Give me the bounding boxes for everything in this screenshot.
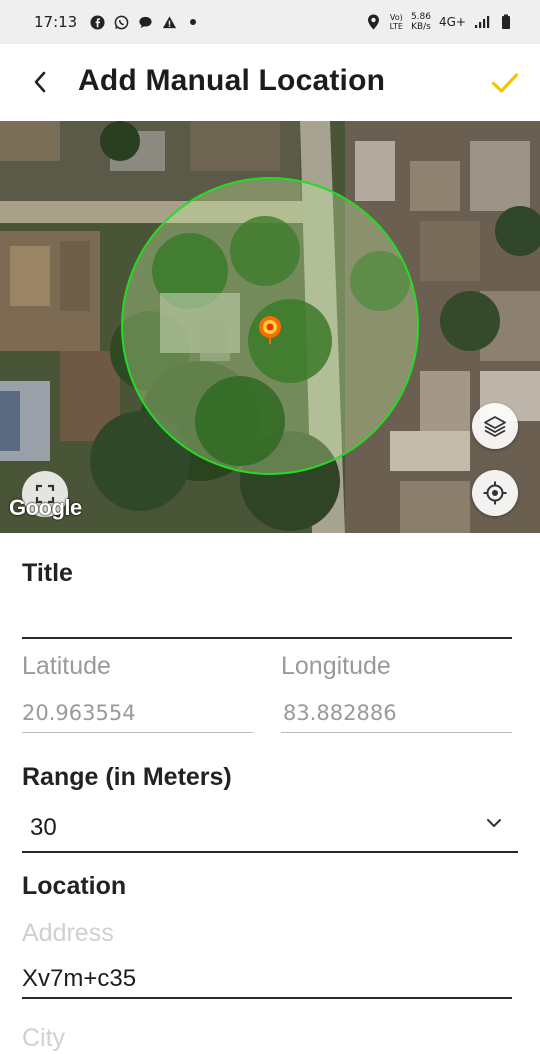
address-underline xyxy=(22,997,512,999)
confirm-button[interactable] xyxy=(488,66,522,100)
latitude-field[interactable]: 20.963554 xyxy=(22,701,136,725)
range-select-underline xyxy=(22,851,518,853)
network-speed-unit: KB/s xyxy=(411,22,431,32)
google-attribution: Google xyxy=(9,495,82,520)
my-location-icon xyxy=(483,481,507,505)
location-marker-icon[interactable] xyxy=(256,313,284,345)
longitude-underline xyxy=(281,732,512,733)
location-pin-icon xyxy=(366,14,382,30)
longitude-field[interactable]: 83.882886 xyxy=(283,701,397,725)
latitude-underline xyxy=(22,732,253,733)
battery-icon xyxy=(498,14,514,30)
check-icon xyxy=(491,73,519,93)
status-bar: 17:13 Vo) LTE 5.86 KB/s 4G+ xyxy=(0,0,540,44)
network-speed: 5.86 KB/s xyxy=(411,12,431,32)
range-label: Range (in Meters) xyxy=(22,763,232,791)
page-title: Add Manual Location xyxy=(78,64,386,97)
app-bar: Add Manual Location xyxy=(0,44,540,121)
volte-top-text: Vo) xyxy=(389,13,403,22)
location-label: Location xyxy=(22,872,127,900)
map-layers-button[interactable] xyxy=(472,403,518,449)
whatsapp-icon xyxy=(113,14,129,30)
back-button[interactable] xyxy=(26,68,54,96)
chat-bubble-icon xyxy=(137,14,153,30)
title-input[interactable] xyxy=(22,593,512,637)
signal-icon xyxy=(474,14,490,30)
facebook-icon xyxy=(89,14,105,30)
layers-icon xyxy=(484,416,506,437)
more-notifications-icon xyxy=(185,14,201,30)
address-placeholder: Address xyxy=(22,919,114,947)
location-form: Title Latitude 20.963554 Longitude 83.88… xyxy=(0,533,540,1054)
title-input-underline xyxy=(22,637,512,639)
chevron-left-icon xyxy=(34,71,46,93)
chevron-down-icon[interactable] xyxy=(486,817,502,829)
range-select[interactable]: 30 xyxy=(30,814,57,842)
city-placeholder[interactable]: City xyxy=(22,1024,65,1053)
longitude-label: Longitude xyxy=(281,652,391,680)
my-location-button[interactable] xyxy=(472,470,518,516)
alert-icon xyxy=(161,14,177,30)
volte-bottom-text: LTE xyxy=(389,22,403,31)
latitude-label: Latitude xyxy=(22,652,111,680)
network-type: 4G+ xyxy=(439,15,466,29)
network-speed-value: 5.86 xyxy=(410,12,431,22)
address-input[interactable]: Xv7m+c35 xyxy=(22,965,136,993)
volte-indicator: Vo) LTE xyxy=(390,13,403,31)
title-label: Title xyxy=(22,559,73,587)
satellite-map[interactable]: Google xyxy=(0,121,540,533)
status-time: 17:13 xyxy=(34,13,78,31)
